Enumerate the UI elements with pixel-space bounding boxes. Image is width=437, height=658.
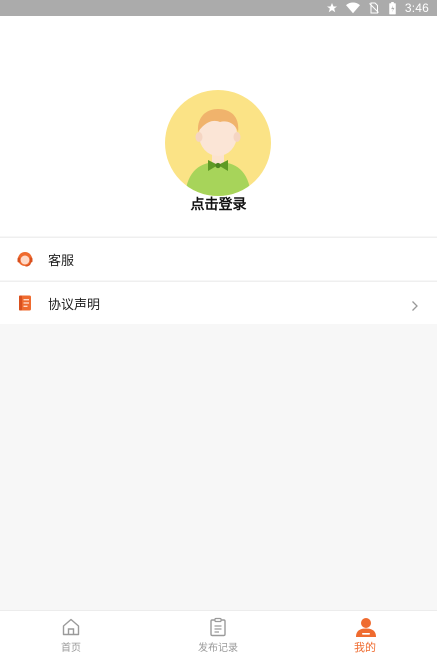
login-prompt[interactable]: 点击登录: [0, 194, 437, 214]
menu-item-label: 客服: [48, 253, 75, 269]
home-icon: [61, 617, 81, 637]
menu-item-agreement[interactable]: 协议声明: [0, 281, 437, 324]
star-icon: [326, 2, 338, 14]
avatar[interactable]: [165, 90, 271, 196]
profile-header: 点击登录: [0, 16, 437, 236]
nav-tab-records[interactable]: 发布记录: [173, 611, 263, 658]
nav-tab-mine[interactable]: 我的: [320, 611, 410, 658]
status-time: 3:46: [404, 1, 429, 15]
chevron-right-icon: [411, 297, 419, 311]
menu-item-label: 协议声明: [48, 297, 101, 313]
menu-item-customer-service[interactable]: 客服: [0, 237, 437, 280]
nav-tab-label: 我的: [354, 641, 376, 654]
bottom-nav: 首页 发布记录 我的: [0, 610, 437, 658]
nav-tab-label: 首页: [61, 643, 81, 654]
nav-tab-home[interactable]: 首页: [26, 611, 116, 658]
user-icon: [355, 617, 376, 637]
battery-icon: [388, 1, 397, 15]
wifi-icon: [345, 2, 360, 14]
clipboard-icon: [208, 617, 228, 637]
no-sim-icon: [368, 2, 380, 14]
document-icon: [16, 294, 34, 312]
status-bar: 3:46: [0, 0, 437, 16]
headset-icon: [16, 250, 34, 268]
nav-tab-label: 发布记录: [198, 643, 238, 654]
